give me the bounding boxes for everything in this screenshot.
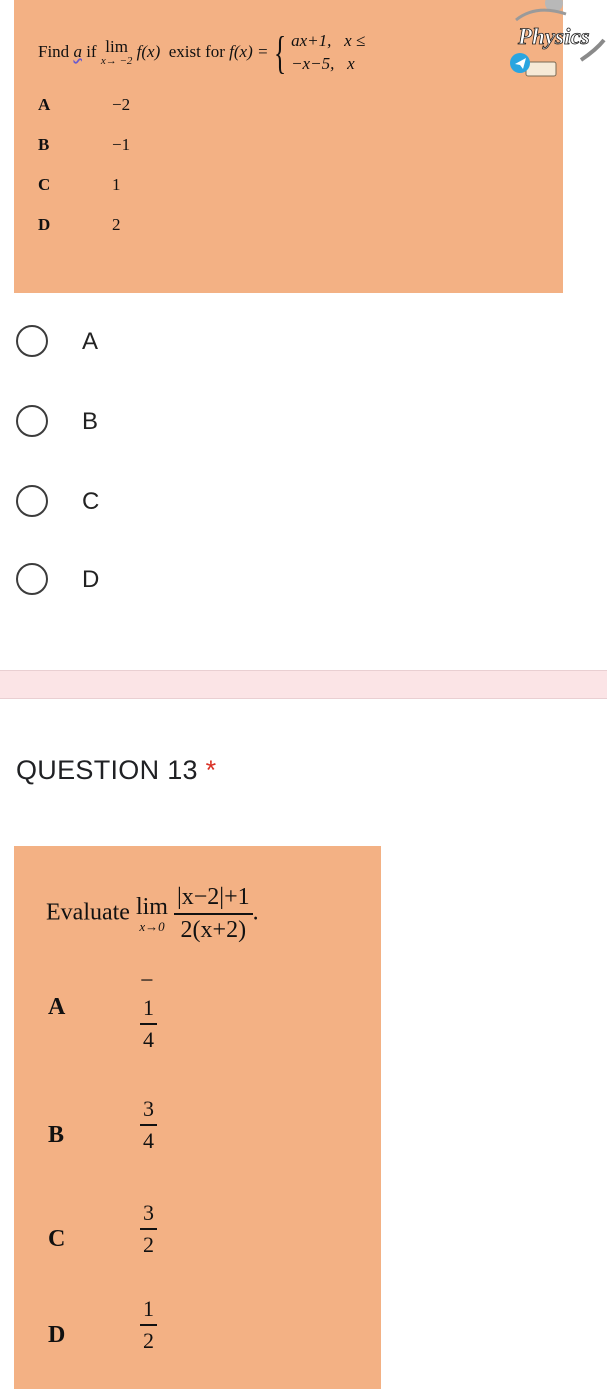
stmt-if: if <box>86 41 97 61</box>
option-value: 3 2 <box>140 1200 157 1258</box>
radio-button[interactable] <box>16 405 48 437</box>
function-definition-lhs: f(x) = <box>229 41 269 61</box>
option-letter: A <box>38 95 51 114</box>
option-value: 1 <box>112 175 121 194</box>
stmt-exist-for: exist for <box>168 41 225 61</box>
radio-label[interactable]: A <box>82 328 98 356</box>
fraction-denominator: 2(x+2) <box>180 917 247 943</box>
case-2: −x−5, x <box>291 53 365 76</box>
option-value: −2 <box>112 95 131 114</box>
option-letter: C <box>38 175 51 194</box>
option-value: − 1 4 <box>140 968 157 1053</box>
radio-label[interactable]: C <box>82 488 99 516</box>
question-12-statement: Find a if lim x→ −2 f(x) exist for f(x) … <box>38 30 365 76</box>
limit-fraction: |x−2|+1 2(x+2) <box>173 884 253 944</box>
physics-logo: Physics <box>496 0 607 86</box>
option-fraction: 1 4 <box>140 995 157 1053</box>
option-letter: D <box>38 215 51 234</box>
option-value: −1 <box>112 135 131 154</box>
option-value: 1 2 <box>140 1296 157 1354</box>
stmt-find: Find <box>38 41 70 61</box>
radio-button[interactable] <box>16 563 48 595</box>
option-letter: B <box>48 1122 65 1148</box>
option-fraction: 3 2 <box>140 1200 157 1258</box>
case-1-expr: ax+1, <box>291 31 332 51</box>
stmt-evaluate: Evaluate <box>46 899 130 926</box>
option-letter: C <box>48 1226 66 1252</box>
question-13-statement: Evaluate lim x→0 |x−2|+1 2(x+2) . <box>46 884 259 944</box>
brace-icon: { <box>273 27 286 78</box>
case-1: ax+1, x ≤ <box>291 30 365 53</box>
option-value: 2 <box>112 215 121 234</box>
option-fraction: 1 2 <box>140 1296 157 1354</box>
radio-label[interactable]: D <box>82 566 99 594</box>
variable-a: a <box>73 41 82 61</box>
radio-button[interactable] <box>16 325 48 357</box>
case-2-cond: x <box>347 54 355 73</box>
radio-button[interactable] <box>16 485 48 517</box>
limit-operator: lim x→0 <box>135 893 168 934</box>
case-1-cond: x ≤ <box>344 31 366 51</box>
fraction-numerator: 1 <box>140 995 157 1025</box>
fraction-numerator: 1 <box>140 1296 157 1326</box>
question-13-image: Evaluate lim x→0 |x−2|+1 2(x+2) . A − 1 … <box>14 846 381 1389</box>
option-letter: B <box>38 135 50 154</box>
fraction-denominator: 4 <box>143 1128 154 1153</box>
fraction-denominator: 2 <box>143 1328 154 1353</box>
required-asterisk: * <box>205 755 217 785</box>
limit-operator: lim x→ −2 <box>101 38 133 67</box>
fraction-numerator: |x−2|+1 <box>173 884 253 915</box>
function-fx: f(x) <box>136 41 161 61</box>
radio-label[interactable]: B <box>82 408 98 436</box>
option-fraction: 3 4 <box>140 1096 157 1154</box>
fraction-numerator: 3 <box>140 1096 157 1126</box>
physics-logo-art: Physics <box>510 0 606 77</box>
q12-option-b[interactable]: B <box>16 405 316 445</box>
lim-subscript: x→ −2 <box>100 55 133 68</box>
question-separator <box>0 670 607 699</box>
option-letter: A <box>48 994 66 1020</box>
q12-option-a[interactable]: A <box>16 325 316 365</box>
lim-text: lim <box>135 893 168 920</box>
question-12-image: Find a if lim x→ −2 f(x) exist for f(x) … <box>14 0 563 293</box>
option-sign: − <box>140 968 154 994</box>
option-letter: D <box>48 1322 66 1348</box>
piecewise-cases: ax+1, x ≤ −x−5, x <box>291 30 365 76</box>
option-value: 3 4 <box>140 1096 157 1154</box>
fraction-numerator: 3 <box>140 1200 157 1230</box>
question-13-title: QUESTION 13 * <box>16 755 216 786</box>
fraction-denominator: 2 <box>143 1232 154 1257</box>
fraction-denominator: 4 <box>143 1027 154 1052</box>
lim-text: lim <box>105 37 128 57</box>
lim-subscript: x→0 <box>139 918 165 934</box>
stmt-period: . <box>252 899 259 926</box>
question-title-text: QUESTION 13 <box>16 755 198 785</box>
physics-logo-text: Physics <box>517 24 590 49</box>
q12-option-d[interactable]: D <box>16 563 316 603</box>
case-2-expr: −x−5, <box>291 54 335 73</box>
q12-option-c[interactable]: C <box>16 485 316 525</box>
